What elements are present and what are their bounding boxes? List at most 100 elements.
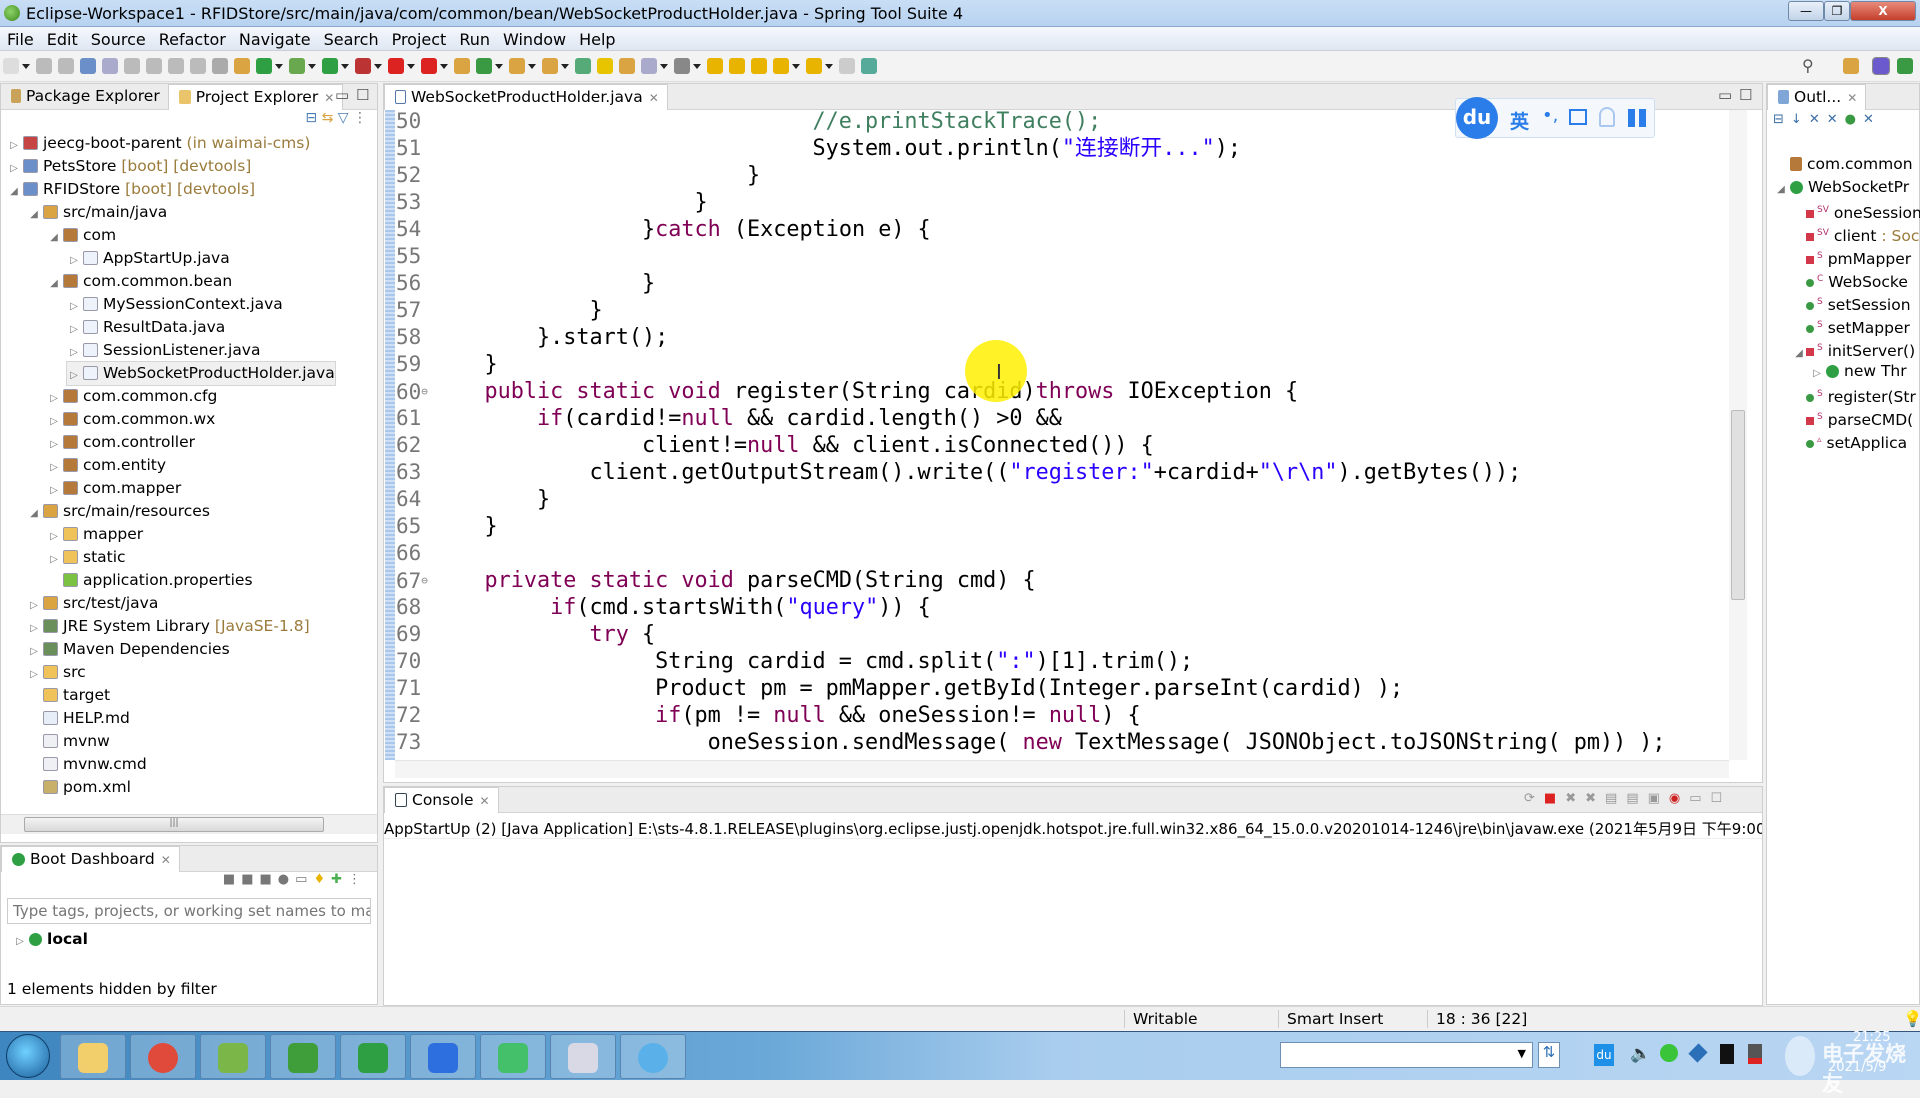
local-target-row[interactable]: ▷ local bbox=[13, 930, 88, 948]
taskbar-app-button[interactable] bbox=[60, 1034, 126, 1079]
java-perspective-icon[interactable] bbox=[1872, 57, 1890, 75]
outline-item[interactable]: ▷ new Thr bbox=[1810, 360, 1907, 383]
clock-time[interactable]: 21:25 bbox=[1853, 1030, 1890, 1045]
tray-app-icon[interactable] bbox=[1688, 1043, 1708, 1063]
toolbar-button-icon[interactable] bbox=[168, 58, 184, 74]
collapsed-arrow-icon[interactable]: ▷ bbox=[67, 249, 81, 272]
show-console-icon[interactable]: ▣ bbox=[1648, 791, 1669, 806]
outline-item[interactable]: SV oneSession bbox=[1792, 199, 1920, 222]
tree-item[interactable]: ◢ src/main/resources bbox=[27, 500, 210, 523]
tab-console[interactable]: Console ✕ bbox=[384, 787, 499, 813]
menu-help[interactable]: Help bbox=[572, 27, 621, 49]
outline-item[interactable]: Sregister(Str bbox=[1792, 383, 1916, 406]
maximize-view-icon[interactable]: ☐ bbox=[1711, 791, 1732, 806]
hide-fields-icon[interactable]: ✕ bbox=[1809, 112, 1827, 127]
address-toolbar-input[interactable]: ▼ bbox=[1280, 1042, 1533, 1068]
taskbar-app-button[interactable] bbox=[200, 1034, 266, 1079]
outline-item[interactable]: SsetSession bbox=[1792, 291, 1911, 314]
menu-project[interactable]: Project bbox=[385, 27, 453, 49]
ime-user-icon[interactable] bbox=[1599, 107, 1615, 127]
tree-item[interactable]: ▷ JRE System Library [JavaSE-1.8] bbox=[27, 615, 310, 638]
tab-websocketproductholder-java[interactable]: WebSocketProductHolder.java ✕ bbox=[384, 84, 668, 110]
hide-local-types-icon[interactable]: ✕ bbox=[1863, 112, 1881, 127]
toolbar-button-icon[interactable] bbox=[674, 58, 690, 74]
outline-item[interactable]: SpmMapper bbox=[1792, 245, 1911, 268]
collapsed-arrow-icon[interactable]: ▷ bbox=[47, 548, 61, 571]
toolbar-dropdown-arrow-icon[interactable] bbox=[660, 64, 668, 69]
collapsed-arrow-icon[interactable]: ▷ bbox=[7, 134, 21, 157]
toolbar-button-icon[interactable] bbox=[421, 58, 437, 74]
menu-search[interactable]: Search bbox=[317, 27, 385, 49]
boot-dashboard-filter-input[interactable] bbox=[7, 898, 371, 924]
tree-item[interactable]: ◢ com.common.bean bbox=[47, 270, 232, 293]
expanded-arrow-icon[interactable]: ◢ bbox=[7, 180, 21, 203]
outline-item[interactable]: ◢ SinitServer() bbox=[1792, 337, 1915, 360]
toolbar-button-icon[interactable] bbox=[806, 58, 822, 74]
taskbar-app-button[interactable] bbox=[480, 1034, 546, 1079]
tray-battery-icon[interactable] bbox=[1748, 1044, 1762, 1064]
hide-static-icon[interactable]: ✕ bbox=[1827, 112, 1845, 127]
tree-item[interactable]: ▷ com.common.cfg bbox=[47, 385, 217, 408]
taskbar-app-button[interactable] bbox=[130, 1034, 196, 1079]
sort-icon[interactable]: ↓ bbox=[1791, 112, 1809, 127]
toolbar-dropdown-arrow-icon[interactable] bbox=[792, 64, 800, 69]
outline-item[interactable]: SparseCMD( bbox=[1792, 406, 1913, 429]
toolbar-button-icon[interactable] bbox=[234, 58, 250, 74]
view-menu-icon[interactable]: ⋮ bbox=[348, 872, 367, 887]
collapsed-arrow-icon[interactable]: ▷ bbox=[67, 318, 81, 341]
taskbar-app-button[interactable] bbox=[340, 1034, 406, 1079]
expanded-arrow-icon[interactable]: ◢ bbox=[47, 226, 61, 249]
fold-toggle-icon[interactable]: ⊖ bbox=[421, 385, 428, 398]
outline-item[interactable]: com.common bbox=[1774, 153, 1913, 176]
menu-run[interactable]: Run bbox=[452, 27, 496, 49]
tree-item[interactable]: ▷ WebSocketProductHolder.java bbox=[66, 361, 336, 386]
collapse-all-icon[interactable]: ⊟ bbox=[305, 110, 317, 126]
toolbar-button-icon[interactable] bbox=[146, 58, 162, 74]
outline-item[interactable]: ▵ setApplica bbox=[1792, 429, 1907, 452]
taskbar-app-button[interactable] bbox=[620, 1034, 686, 1079]
outline-item[interactable]: SsetMapper bbox=[1792, 314, 1910, 337]
toolbar-button-icon[interactable] bbox=[212, 58, 228, 74]
toolbar-button-icon[interactable] bbox=[751, 58, 767, 74]
tree-item[interactable]: ▷ src/test/java bbox=[27, 592, 158, 615]
collapsed-arrow-icon[interactable]: ▷ bbox=[47, 387, 61, 410]
tree-item[interactable]: mvnw bbox=[27, 730, 110, 753]
collapsed-arrow-icon[interactable]: ▷ bbox=[67, 295, 81, 318]
tree-item[interactable]: mvnw.cmd bbox=[27, 753, 147, 776]
toolbar-button-icon[interactable] bbox=[289, 58, 305, 74]
scroll-lock-icon[interactable]: ▤ bbox=[1605, 791, 1626, 806]
collapsed-arrow-icon[interactable]: ▷ bbox=[7, 157, 21, 180]
taskbar-app-button[interactable] bbox=[550, 1034, 616, 1079]
expanded-arrow-icon[interactable]: ◢ bbox=[27, 502, 41, 525]
tree-item[interactable]: ▷ static bbox=[47, 546, 125, 571]
minimize-button[interactable]: — bbox=[1788, 1, 1824, 21]
tree-item[interactable]: ▷ PetsStore [boot] [devtools] bbox=[7, 155, 251, 178]
tray-wechat-icon[interactable] bbox=[1660, 1044, 1678, 1062]
tab-outline[interactable]: Outl... ✕ bbox=[1767, 84, 1867, 110]
tree-item[interactable]: application.properties bbox=[47, 569, 253, 592]
console-icon[interactable]: ▭ bbox=[295, 872, 313, 887]
toolbar-button-icon[interactable] bbox=[58, 58, 74, 74]
menu-navigate[interactable]: Navigate bbox=[232, 27, 317, 49]
stop-icon[interactable]: ◉ bbox=[1669, 791, 1689, 806]
toolbar-button-icon[interactable] bbox=[619, 58, 635, 74]
menu-refactor[interactable]: Refactor bbox=[152, 27, 232, 49]
tab-project-explorer[interactable]: Project Explorer ✕ bbox=[167, 84, 344, 110]
menu-file[interactable]: File bbox=[0, 27, 40, 49]
toolbar-button-icon[interactable] bbox=[454, 58, 470, 74]
toolbar-button-icon[interactable] bbox=[707, 58, 723, 74]
collapsed-arrow-icon[interactable]: ▷ bbox=[47, 479, 61, 502]
toolbar-dropdown-arrow-icon[interactable] bbox=[495, 64, 503, 69]
toolbar-dropdown-arrow-icon[interactable] bbox=[275, 64, 283, 69]
collapsed-arrow-icon[interactable]: ▷ bbox=[47, 456, 61, 479]
hide-non-public-icon[interactable]: ● bbox=[1845, 112, 1863, 127]
tray-volume-icon[interactable]: 🔈 bbox=[1630, 1044, 1651, 1064]
editor-vertical-scrollbar[interactable] bbox=[1729, 110, 1747, 760]
tab-boot-dashboard[interactable]: Boot Dashboard ✕ bbox=[1, 846, 180, 872]
collapsed-arrow-icon[interactable]: ▷ bbox=[67, 341, 81, 364]
menu-window[interactable]: Window bbox=[496, 27, 572, 49]
menu-edit[interactable]: Edit bbox=[40, 27, 84, 49]
close-tab-icon[interactable]: ✕ bbox=[480, 794, 490, 808]
tree-item[interactable]: ◢ com bbox=[47, 224, 116, 247]
view-menu-icon[interactable]: ⋮ bbox=[353, 110, 367, 126]
